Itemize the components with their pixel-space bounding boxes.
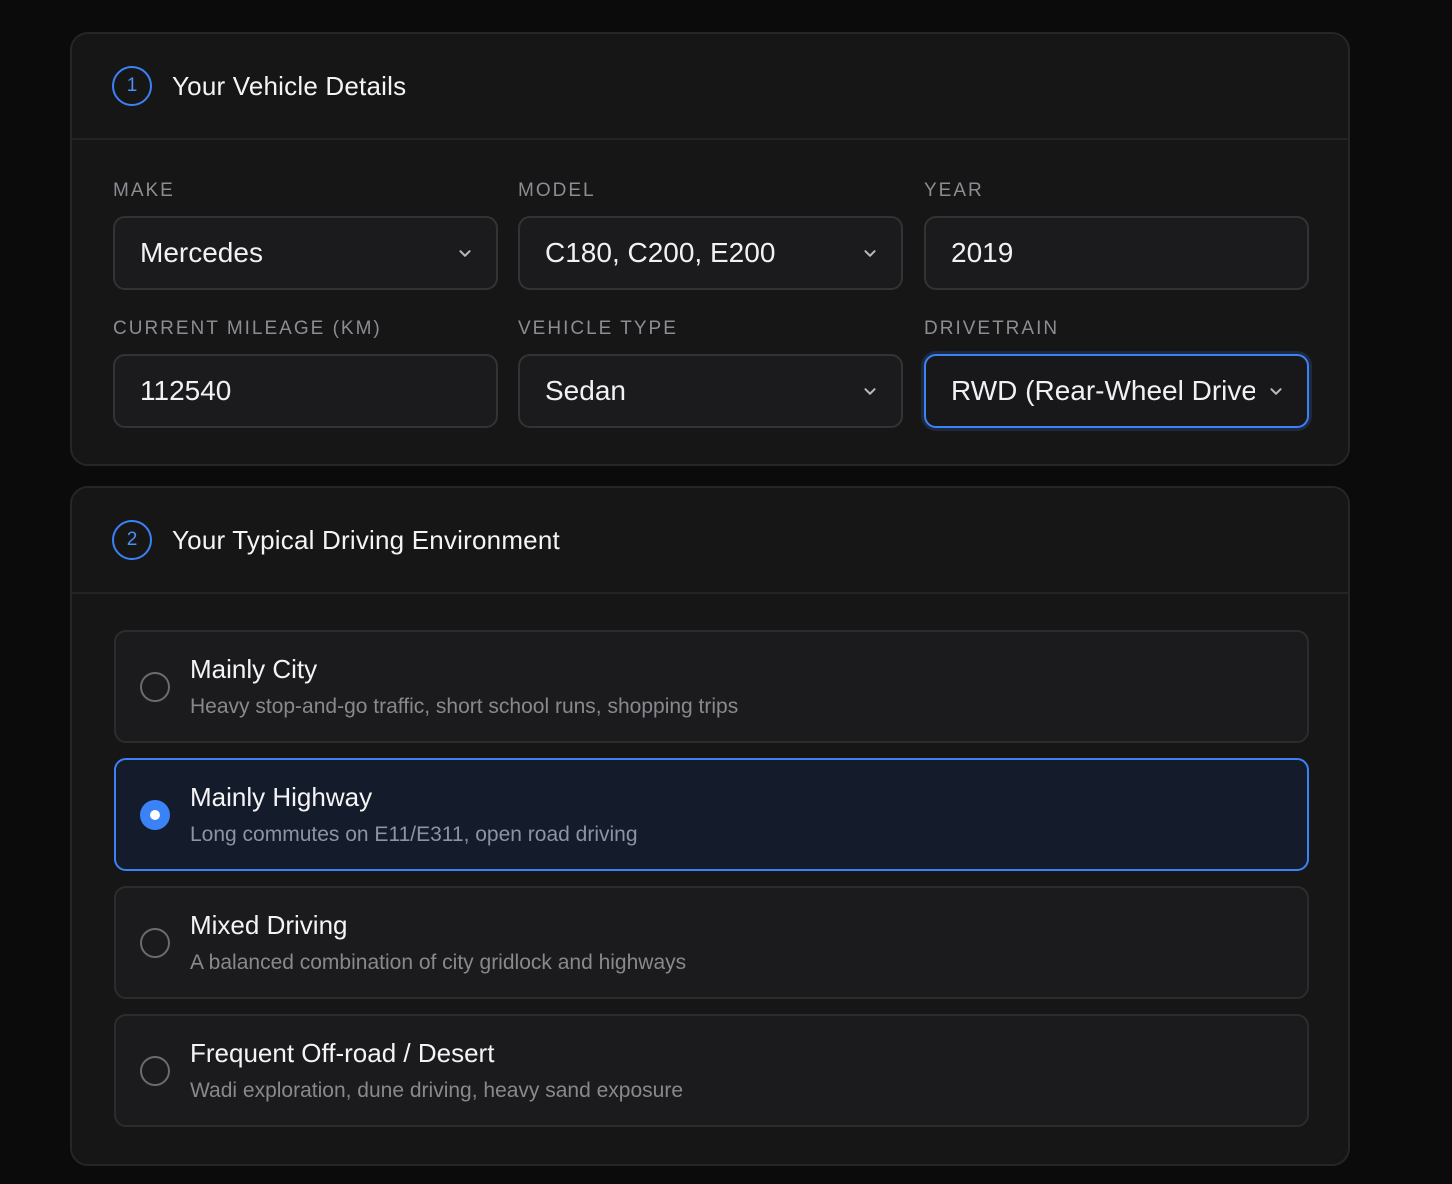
option-title: Mainly Highway bbox=[190, 782, 373, 812]
make-value: Mercedes bbox=[140, 237, 263, 268]
option-mainly-city[interactable]: Mainly City Heavy stop-and-go traffic, s… bbox=[114, 630, 1309, 743]
model-label: MODEL bbox=[518, 180, 596, 201]
make-select[interactable]: Mercedes bbox=[113, 216, 498, 290]
vehicle-details-header: 1 Your Vehicle Details bbox=[72, 34, 1348, 140]
driving-environment-card: 2 Your Typical Driving Environment Mainl… bbox=[70, 486, 1350, 1166]
step-badge: 1 bbox=[112, 66, 152, 106]
mileage-value: 112540 bbox=[140, 375, 232, 406]
drivetrain-label: DRIVETRAIN bbox=[924, 318, 1060, 339]
vehicle-type-value: Sedan bbox=[545, 375, 626, 406]
chevron-down-icon bbox=[864, 250, 876, 257]
option-mixed-driving[interactable]: Mixed Driving A balanced combination of … bbox=[114, 886, 1309, 999]
model-value: C180, C200, E200 bbox=[545, 237, 776, 268]
option-off-road-desert[interactable]: Frequent Off-road / Desert Wadi explorat… bbox=[114, 1014, 1309, 1127]
step-badge: 2 bbox=[112, 520, 152, 560]
vehicle-type-label: VEHICLE TYPE bbox=[518, 318, 678, 339]
radio-unselected-icon[interactable] bbox=[140, 928, 170, 958]
option-description: Heavy stop-and-go traffic, short school … bbox=[190, 695, 739, 718]
vehicle-type-select[interactable]: Sedan bbox=[518, 354, 903, 428]
option-mainly-highway[interactable]: Mainly Highway Long commutes on E11/E311… bbox=[114, 758, 1309, 871]
year-value: 2019 bbox=[951, 237, 1014, 268]
radio-unselected-icon[interactable] bbox=[140, 1056, 170, 1086]
chevron-down-icon bbox=[864, 388, 876, 395]
chevron-down-icon bbox=[1270, 388, 1282, 395]
year-input[interactable]: 2019 bbox=[924, 216, 1309, 290]
drivetrain-value: RWD (Rear-Wheel Drive) bbox=[951, 375, 1255, 406]
option-title: Mainly City bbox=[190, 654, 318, 684]
driving-environment-header: 2 Your Typical Driving Environment bbox=[72, 488, 1348, 594]
vehicle-details-card: 1 Your Vehicle Details MAKE MODEL YEAR M… bbox=[70, 32, 1350, 466]
make-label: MAKE bbox=[113, 180, 175, 201]
drivetrain-select[interactable]: RWD (Rear-Wheel Drive) bbox=[924, 354, 1309, 428]
section-title: Your Typical Driving Environment bbox=[172, 524, 560, 555]
radio-selected-icon[interactable] bbox=[140, 800, 170, 830]
radio-unselected-icon[interactable] bbox=[140, 672, 170, 702]
option-description: Wadi exploration, dune driving, heavy sa… bbox=[190, 1079, 684, 1102]
option-title: Frequent Off-road / Desert bbox=[190, 1038, 495, 1068]
mileage-label: CURRENT MILEAGE (KM) bbox=[113, 318, 382, 339]
section-title: Your Vehicle Details bbox=[172, 70, 407, 101]
chevron-down-icon bbox=[459, 250, 471, 257]
option-description: A balanced combination of city gridlock … bbox=[190, 951, 687, 974]
model-select[interactable]: C180, C200, E200 bbox=[518, 216, 903, 290]
mileage-input[interactable]: 112540 bbox=[113, 354, 498, 428]
option-title: Mixed Driving bbox=[190, 910, 348, 940]
option-description: Long commutes on E11/E311, open road dri… bbox=[190, 823, 638, 846]
year-label: YEAR bbox=[924, 180, 984, 201]
